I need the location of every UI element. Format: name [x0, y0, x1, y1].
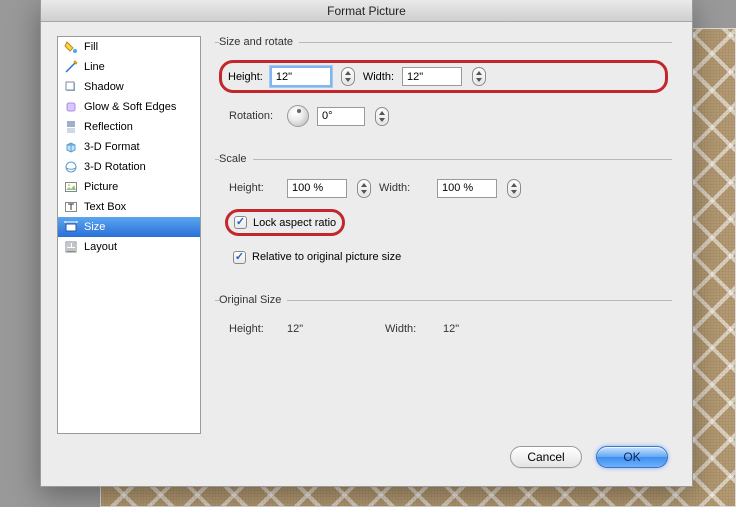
- format-picture-dialog: Format Picture Fill Line Shadow Glow & S…: [40, 0, 693, 487]
- scale-width-input[interactable]: [437, 179, 497, 198]
- original-size-group: Original Size Height: 12" Width: 12": [215, 294, 672, 354]
- sidebar-item-glow[interactable]: Glow & Soft Edges: [58, 97, 200, 117]
- fill-icon: [64, 40, 78, 54]
- lock-aspect-ratio-checkbox[interactable]: Lock aspect ratio: [234, 216, 336, 229]
- rotation-input[interactable]: [317, 107, 365, 126]
- ok-button[interactable]: OK: [596, 446, 668, 468]
- checkbox-icon: [233, 251, 246, 264]
- sidebar-item-label: Shadow: [84, 81, 124, 93]
- sidebar-item-textbox[interactable]: Text Box: [58, 197, 200, 217]
- sidebar-item-fill[interactable]: Fill: [58, 37, 200, 57]
- reflection-icon: [64, 120, 78, 134]
- group-legend: Size and rotate: [219, 36, 299, 48]
- scale-height-input[interactable]: [287, 179, 347, 198]
- orig-height-label: Height:: [219, 323, 279, 335]
- cancel-button[interactable]: Cancel: [510, 446, 582, 468]
- sidebar-item-label: Line: [84, 61, 105, 73]
- rotation-stepper[interactable]: [375, 107, 389, 126]
- sidebar: Fill Line Shadow Glow & Soft Edges Refle…: [57, 36, 201, 434]
- relative-original-checkbox[interactable]: Relative to original picture size: [233, 251, 401, 264]
- sidebar-item-picture[interactable]: Picture: [58, 177, 200, 197]
- sidebar-item-label: Reflection: [84, 121, 133, 133]
- sidebar-item-label: Layout: [84, 241, 117, 253]
- rotation-icon: [64, 160, 78, 174]
- height-label: Height:: [228, 71, 263, 83]
- glow-icon: [64, 100, 78, 114]
- orig-width-label: Width:: [385, 323, 435, 335]
- textbox-icon: [64, 200, 78, 214]
- lock-aspect-label: Lock aspect ratio: [253, 217, 336, 229]
- sidebar-item-line[interactable]: Line: [58, 57, 200, 77]
- dialog-button-row: Cancel OK: [41, 446, 692, 486]
- width-stepper[interactable]: [472, 67, 486, 86]
- rotation-dial[interactable]: [287, 105, 309, 127]
- group-legend: Original Size: [219, 294, 287, 306]
- sidebar-item-3drotation[interactable]: 3-D Rotation: [58, 157, 200, 177]
- size-panel: Size and rotate Height: Width: Rotation:: [215, 36, 676, 434]
- sidebar-item-shadow[interactable]: Shadow: [58, 77, 200, 97]
- sidebar-item-label: 3-D Format: [84, 141, 140, 153]
- checkbox-icon: [234, 216, 247, 229]
- picture-icon: [64, 180, 78, 194]
- height-stepper[interactable]: [341, 67, 355, 86]
- sidebar-item-size[interactable]: Size: [58, 217, 200, 237]
- width-input[interactable]: [402, 67, 462, 86]
- line-icon: [64, 60, 78, 74]
- sidebar-item-label: Text Box: [84, 201, 126, 213]
- rotation-label: Rotation:: [219, 110, 279, 122]
- cube-icon: [64, 140, 78, 154]
- height-input[interactable]: [271, 67, 331, 86]
- sidebar-item-layout[interactable]: Layout: [58, 237, 200, 257]
- orig-width-value: 12": [443, 323, 459, 335]
- sidebar-item-label: Picture: [84, 181, 118, 193]
- sidebar-item-3dformat[interactable]: 3-D Format: [58, 137, 200, 157]
- orig-height-value: 12": [287, 323, 351, 335]
- sidebar-item-label: Glow & Soft Edges: [84, 101, 176, 113]
- scale-group: Scale Height: Width: Lock aspect ratio: [215, 153, 672, 282]
- sidebar-item-label: Size: [84, 221, 105, 233]
- scale-height-stepper[interactable]: [357, 179, 371, 198]
- size-icon: [64, 220, 78, 234]
- scale-width-stepper[interactable]: [507, 179, 521, 198]
- highlight-ring-size: Height: Width:: [219, 60, 668, 93]
- sidebar-item-label: Fill: [84, 41, 98, 53]
- highlight-ring-lock: Lock aspect ratio: [225, 209, 345, 236]
- relative-original-label: Relative to original picture size: [252, 251, 401, 263]
- shadow-icon: [64, 80, 78, 94]
- dialog-title: Format Picture: [41, 0, 692, 22]
- layout-icon: [64, 240, 78, 254]
- size-and-rotate-group: Size and rotate Height: Width: Rotation:: [215, 36, 672, 141]
- sidebar-item-reflection[interactable]: Reflection: [58, 117, 200, 137]
- scale-height-label: Height:: [219, 182, 279, 194]
- scale-width-label: Width:: [379, 182, 429, 194]
- sidebar-item-label: 3-D Rotation: [84, 161, 146, 173]
- group-legend: Scale: [219, 153, 253, 165]
- width-label: Width:: [363, 71, 394, 83]
